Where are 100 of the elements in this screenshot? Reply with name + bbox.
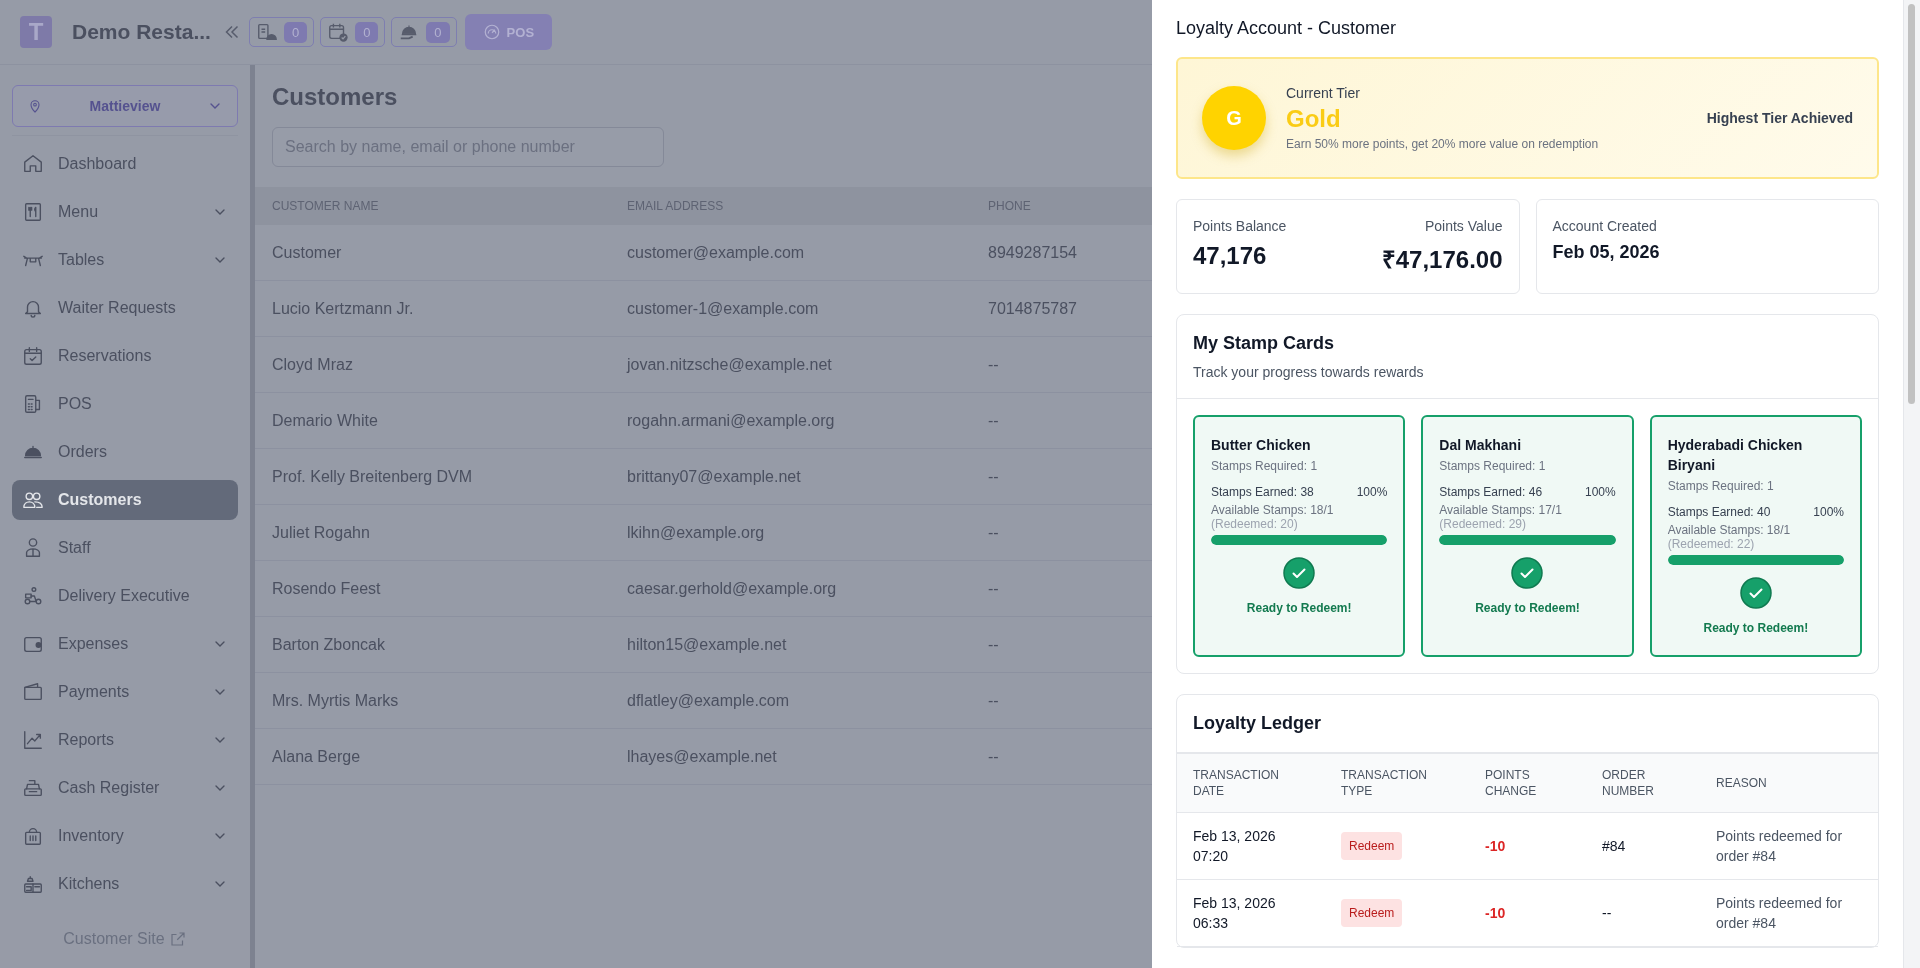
nav-item[interactable]: Menu xyxy=(12,192,238,232)
progress-percent: 100% xyxy=(1356,485,1388,499)
table-cell: Demario White xyxy=(255,393,610,449)
nav-item[interactable]: Cash Register xyxy=(12,768,238,808)
section-title: Loyalty Ledger xyxy=(1193,713,1323,734)
nav-item[interactable]: Orders xyxy=(12,432,238,472)
nav-item[interactable]: Staff xyxy=(12,528,238,568)
nav-item[interactable]: Kitchens xyxy=(12,864,238,904)
account-created-date: Feb 05, 2026 xyxy=(1552,242,1661,263)
points-value-label: Points Value xyxy=(1424,218,1503,234)
transaction-date: Feb 13, 2026 06:33 xyxy=(1193,894,1276,933)
check-icon xyxy=(1283,557,1316,589)
column-header: REASON xyxy=(1716,775,1767,791)
tier-badge: G xyxy=(1202,86,1266,150)
tier-name: Gold xyxy=(1286,105,1342,133)
section-subtitle: Track your progress towards rewards xyxy=(1193,364,1425,380)
table-cell: caesar.gerhold@example.org xyxy=(610,561,971,617)
table-cell: customer@example.com xyxy=(610,225,971,281)
reason-text: Points redeemed for order #84 xyxy=(1716,827,1844,866)
cash-register-icon xyxy=(22,777,44,799)
location-name: Mattieview xyxy=(88,98,162,114)
redeemed-count: (Redeemed: 29) xyxy=(1439,517,1528,531)
nav-item[interactable]: Tables xyxy=(12,240,238,280)
check-icon xyxy=(1739,577,1772,609)
nav-item[interactable]: Reports xyxy=(12,720,238,760)
calendar-check-icon xyxy=(327,21,350,43)
table-cell: jovan.nitzsche@example.net xyxy=(610,337,971,393)
nav-item[interactable]: POS xyxy=(12,384,238,424)
kitchen-icon xyxy=(22,873,44,895)
stamps-earned: Stamps Earned: 38 xyxy=(1211,485,1314,499)
progress-percent: 100% xyxy=(1813,505,1844,519)
account-created-label: Account Created xyxy=(1552,218,1658,234)
redeemed-count: (Redeemed: 20) xyxy=(1211,517,1299,531)
external-link-icon xyxy=(168,930,187,948)
points-change: -10 xyxy=(1485,904,1506,923)
points-value: ₹47,176.00 xyxy=(1381,245,1503,275)
points-balance: 47,176 xyxy=(1193,242,1268,270)
progress-percent: 100% xyxy=(1584,485,1616,499)
order-number: #84 xyxy=(1602,837,1626,856)
stamp-card-name: Hyderabadi Chicken Biryani xyxy=(1667,436,1804,475)
calendar-icon xyxy=(22,345,44,367)
stamp-card-name: Butter Chicken xyxy=(1211,436,1312,455)
table-cell: customer-1@example.com xyxy=(610,281,971,337)
tier-status: Highest Tier Achieved xyxy=(1706,110,1853,126)
nav-item[interactable]: Dashboard xyxy=(12,144,238,184)
column-header: POINTS CHANGE xyxy=(1485,767,1538,799)
section-title: My Stamp Cards xyxy=(1193,333,1336,354)
page-title: Customers xyxy=(272,83,399,111)
order-number: -- xyxy=(1602,904,1612,923)
table-cell: rogahn.armani@example.org xyxy=(610,393,971,449)
table-cell: Customer xyxy=(255,225,610,281)
transaction-date: Feb 13, 2026 07:20 xyxy=(1193,827,1276,866)
redeem-status: Ready to Redeem! xyxy=(1474,601,1581,615)
reason-text: Points redeemed for order #84 xyxy=(1716,894,1844,933)
scrollbar[interactable] xyxy=(1903,0,1920,968)
nav-item[interactable]: Reservations xyxy=(12,336,238,376)
nav-item[interactable]: Payments xyxy=(12,672,238,712)
fork-knife-icon xyxy=(22,201,44,223)
type-tag: Redeem xyxy=(1341,899,1403,927)
stamps-earned: Stamps Earned: 46 xyxy=(1439,485,1543,499)
available-stamps: Available Stamps: 18/1 xyxy=(1667,523,1844,537)
table-cell: Juliet Rogahn xyxy=(255,505,610,561)
restaurant-name: Demo Resta... xyxy=(72,19,211,45)
stamps-required: Stamps Required: 1 xyxy=(1439,459,1547,473)
chart-icon xyxy=(22,729,44,751)
gauge-icon xyxy=(482,23,501,41)
scooter-icon xyxy=(22,585,44,607)
table-cell: Rosendo Feest xyxy=(255,561,610,617)
table-cell: dflatley@example.com xyxy=(610,673,971,729)
redeem-status: Ready to Redeem! xyxy=(1245,601,1353,615)
house-icon xyxy=(22,153,44,175)
nav-item[interactable]: Expenses xyxy=(12,624,238,664)
users-icon xyxy=(22,489,44,511)
stamps-required: Stamps Required: 1 xyxy=(1667,479,1775,493)
stamps-earned: Stamps Earned: 40 xyxy=(1667,505,1771,519)
stamps-required: Stamps Required: 1 xyxy=(1211,459,1319,473)
points-balance-label: Points Balance xyxy=(1193,218,1287,234)
check-icon xyxy=(1511,557,1544,589)
redeemed-count: (Redeemed: 22) xyxy=(1667,537,1756,551)
table-cell: lhayes@example.net xyxy=(610,729,971,785)
type-tag: Redeem xyxy=(1341,832,1403,860)
wallet-icon xyxy=(22,681,44,703)
table-cell: Barton Zboncak xyxy=(255,617,610,673)
nav-item[interactable]: Inventory xyxy=(12,816,238,856)
points-change: -10 xyxy=(1485,837,1506,856)
available-stamps: Available Stamps: 18/1 xyxy=(1211,503,1388,517)
tier-description: Earn 50% more points, get 20% more value on redemption xyxy=(1286,137,1600,151)
available-stamps: Available Stamps: 17/1 xyxy=(1439,503,1616,517)
table-cell: Alana Berge xyxy=(255,729,610,785)
stamp-card-name: Dal Makhani xyxy=(1439,436,1523,455)
table-cell: brittany07@example.net xyxy=(610,449,971,505)
table-cell: hilton15@example.net xyxy=(610,617,971,673)
location-select[interactable]: Mattieview xyxy=(12,85,238,127)
nav-item[interactable]: Delivery Executive xyxy=(12,576,238,616)
table-cell: Cloyd Mraz xyxy=(255,337,610,393)
nav-item[interactable]: Waiter Requests xyxy=(12,288,238,328)
column-header: TRANSACTION TYPE xyxy=(1341,767,1428,799)
table-cell: Prof. Kelly Breitenberg DVM xyxy=(255,449,610,505)
basket-icon xyxy=(22,825,44,847)
nav-item[interactable]: Customers xyxy=(12,480,238,520)
